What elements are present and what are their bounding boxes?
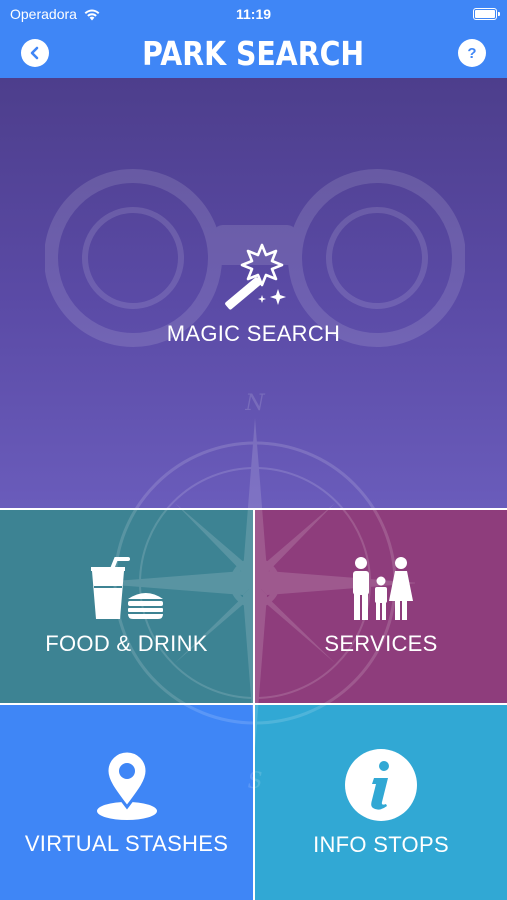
food-drink-tile[interactable]: FOOD & DRINK [0,510,253,703]
family-icon [353,556,413,620]
wifi-icon [84,9,100,20]
battery-icon [473,8,500,20]
grid-divider-vertical [253,510,255,900]
help-button[interactable]: ? [458,39,486,67]
chevron-left-icon [30,46,39,60]
magic-wand-icon [224,243,286,310]
food-drink-icon [90,556,163,619]
services-label: SERVICES [324,630,438,656]
virtual-stashes-label: VIRTUAL STASHES [24,830,229,856]
info-stops-tile[interactable]: INFO STOPS [255,705,507,900]
status-time: 11:19 [235,6,272,22]
info-icon [345,748,417,821]
status-left: Operadora [10,6,101,22]
map-pin-icon [96,749,157,820]
main-grid: MAGIC SEARCH N W E S FOOD & DRINK [0,78,507,900]
back-button[interactable] [21,39,49,67]
carrier-label: Operadora [10,6,77,22]
magic-search-label: MAGIC SEARCH [166,321,341,346]
status-bar: Operadora 11:19 [0,0,507,28]
magic-search-tile[interactable]: MAGIC SEARCH [0,78,507,508]
nav-bar: PARK SEARCH ? [0,28,507,78]
info-stops-label: INFO STOPS [313,831,449,857]
virtual-stashes-tile[interactable]: VIRTUAL STASHES [0,705,253,900]
services-tile[interactable]: SERVICES [255,510,507,703]
food-drink-label: FOOD & DRINK [45,630,208,656]
page-title: PARK SEARCH [142,33,365,73]
